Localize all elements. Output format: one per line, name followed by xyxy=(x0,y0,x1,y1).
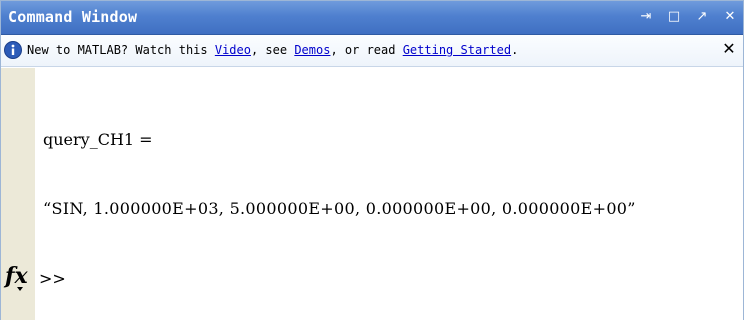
restore-icon[interactable]: ↗ xyxy=(695,10,709,24)
info-separator-1: , see xyxy=(250,43,295,57)
undock-icon[interactable]: ⇥ xyxy=(639,10,653,24)
info-prefix: New to MATLAB? Watch this xyxy=(27,43,215,57)
fx-dropdown-icon[interactable] xyxy=(17,287,23,291)
getting-started-link[interactable]: Getting Started xyxy=(403,43,511,57)
demos-link[interactable]: Demos xyxy=(294,43,330,57)
info-icon xyxy=(4,41,22,59)
info-suffix: . xyxy=(511,43,519,57)
output-value-line: “SIN, 1.000000E+03, 5.000000E+00, 0.0000… xyxy=(43,199,636,218)
function-browser-icon[interactable]: fx xyxy=(5,263,28,289)
command-window: Command Window ⇥ □ ↗ ✕ New to MATLAB? Wa… xyxy=(0,0,744,320)
title-bar: Command Window ⇥ □ ↗ ✕ xyxy=(1,1,743,35)
close-icon[interactable]: ✕ xyxy=(723,10,737,24)
command-prompt[interactable]: fx >> xyxy=(1,263,743,291)
info-message: New to MATLAB? Watch this Video, see Dem… xyxy=(27,43,518,57)
maximize-icon[interactable]: □ xyxy=(667,10,681,24)
window-title: Command Window xyxy=(8,8,138,26)
output-variable-line: query_CH1 = xyxy=(43,130,153,149)
info-separator-2: , or read xyxy=(330,43,403,57)
info-bar: New to MATLAB? Watch this Video, see Dem… xyxy=(1,35,743,67)
title-controls: ⇥ □ ↗ ✕ xyxy=(639,7,737,27)
prompt-symbol: >> xyxy=(39,269,66,288)
video-link[interactable]: Video xyxy=(215,43,251,57)
info-close-icon[interactable]: ✕ xyxy=(721,41,737,57)
